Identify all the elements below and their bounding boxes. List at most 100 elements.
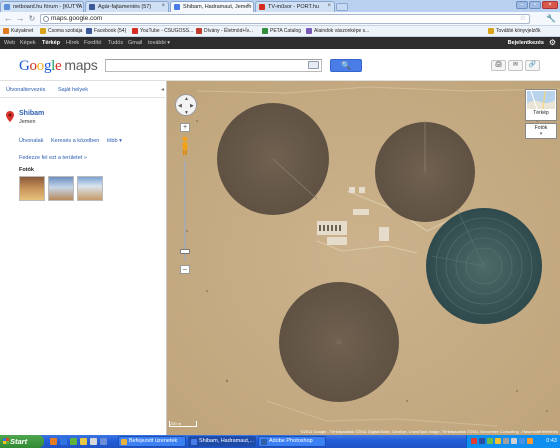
gbar-web[interactable]: Web <box>4 40 15 46</box>
print-icon[interactable]: 🖨 <box>491 60 506 71</box>
link-icon[interactable]: 🔗 <box>525 60 540 71</box>
zoom-out-button[interactable]: – <box>180 265 190 274</box>
forward-arrow-icon[interactable]: → <box>15 14 25 24</box>
update-icon[interactable] <box>495 438 501 444</box>
email-icon[interactable]: ✉ <box>508 60 523 71</box>
tab-shibam[interactable]: Shibam, Hadramaut, Jemen × <box>170 1 254 12</box>
zoom-slider-track[interactable] <box>184 161 186 261</box>
directions-link[interactable]: Útvonalak <box>19 138 43 144</box>
volume-icon[interactable] <box>511 438 517 444</box>
skype-icon[interactable] <box>479 438 485 444</box>
gear-icon[interactable]: ⚙ <box>549 38 556 47</box>
wrench-menu-icon[interactable]: 🔧 <box>546 14 556 23</box>
windows-logo-icon <box>3 438 9 444</box>
tab-close-icon[interactable]: × <box>161 3 165 9</box>
bookmark-star-icon[interactable]: ☆ <box>520 15 526 23</box>
pan-down-icon[interactable]: ▼ <box>184 110 189 116</box>
url-text: maps.google.com <box>51 15 103 22</box>
pan-left-icon[interactable]: ◀ <box>178 103 182 109</box>
vlc-icon[interactable] <box>527 438 533 444</box>
start-button[interactable]: Start <box>0 435 44 448</box>
browser-toolbar: ← → ↻ maps.google.com ☆ 🔧 <box>0 12 560 26</box>
windows-taskbar: Start Befejezett üzenetek Shibam, Hadram… <box>0 435 560 448</box>
map-type-thumbnail <box>527 91 555 109</box>
ie-icon[interactable] <box>60 438 67 445</box>
folder-icon <box>488 28 494 34</box>
gbar-more[interactable]: további ▾ <box>148 40 170 46</box>
sign-in-link[interactable]: Bejelentkezés <box>508 40 544 46</box>
bookmark-item[interactable]: Kutyaknet <box>3 28 33 34</box>
place-name[interactable]: Shibam <box>19 110 44 117</box>
scale-label: 200 m <box>170 421 182 426</box>
satellite-map[interactable]: ▲ ◀ ▶ ▼ + – Térkép Fotók ▾ 200 m ©2011 G… <box>167 81 560 435</box>
tab-close-icon[interactable]: × <box>246 3 250 9</box>
tab-close-icon[interactable]: × <box>327 3 331 9</box>
tab-agar[interactable]: Agár-fajtamentés (57) × <box>85 1 169 12</box>
back-arrow-icon[interactable]: ← <box>3 14 13 24</box>
desktop-icon[interactable] <box>90 438 97 445</box>
search-input[interactable] <box>105 59 322 72</box>
photos-toggle-button[interactable]: Fotók ▾ <box>525 123 557 139</box>
bookmark-item[interactable]: YouTube - CSUGOSS... <box>132 28 193 34</box>
chrome-icon[interactable] <box>70 438 77 445</box>
explore-area-link[interactable]: Fedezze fel ezt a területet » <box>19 155 87 161</box>
gbar-gmail[interactable]: Gmail <box>128 40 142 46</box>
gbar-translate[interactable]: Fordító <box>84 40 101 46</box>
bookmark-item[interactable]: PETA Catalog <box>262 28 301 34</box>
usb-icon[interactable] <box>503 438 509 444</box>
messenger-icon[interactable] <box>100 438 107 445</box>
gbar-maps[interactable]: Térkép <box>42 40 60 46</box>
task-chrome-shibam[interactable]: Shibam, Hadramaut,... <box>188 436 256 447</box>
folder-icon[interactable] <box>80 438 87 445</box>
map-attribution: ©2011 Google - Térképadatok ©2011 Digita… <box>300 429 558 434</box>
pan-right-icon[interactable]: ▶ <box>190 103 194 109</box>
search-button[interactable]: 🔍 <box>330 59 362 72</box>
maximize-button[interactable]: ▫ <box>529 1 541 9</box>
gbar-scholar[interactable]: Tudós <box>108 40 123 46</box>
pan-up-icon[interactable]: ▲ <box>184 96 189 102</box>
more-link[interactable]: több ▾ <box>107 138 122 144</box>
task-photoshop[interactable]: Adobe Photoshop <box>258 436 326 447</box>
minimize-button[interactable]: – <box>516 1 528 9</box>
clock[interactable]: 0:43 <box>546 438 557 444</box>
reload-icon[interactable]: ↻ <box>27 14 37 24</box>
pegman-icon[interactable] <box>180 136 190 156</box>
gbar-images[interactable]: Képek <box>20 40 36 46</box>
map-type-button[interactable]: Térkép <box>525 89 557 121</box>
tab-my-places[interactable]: Saját helyek <box>58 87 88 93</box>
gbar-news[interactable]: Hírek <box>66 40 79 46</box>
display-icon[interactable] <box>519 438 525 444</box>
search-nearby-link[interactable]: Keresés a közelben <box>51 138 99 144</box>
tab-netboard[interactable]: netboard.hu fórum - [KUTYA × <box>0 1 84 12</box>
tab-title: Shibam, Hadramaut, Jemen <box>183 4 252 10</box>
pan-control[interactable]: ▲ ◀ ▶ ▼ <box>175 94 197 116</box>
photo-thumbnail[interactable] <box>77 176 103 201</box>
task-messages[interactable]: Befejezett üzenetek <box>118 436 186 447</box>
zoom-slider-handle[interactable] <box>180 249 190 254</box>
keyboard-icon[interactable] <box>308 61 319 69</box>
map-type-control: Térkép Fotók ▾ <box>525 89 557 139</box>
antivirus-icon[interactable] <box>471 438 477 444</box>
google-maps-logo[interactable]: Google maps <box>19 57 98 75</box>
bookmark-label: Kutyaknet <box>11 28 34 34</box>
bookmark-item[interactable]: Dívány - Életmód+Ív... <box>196 28 253 34</box>
close-window-button[interactable]: × <box>542 1 558 9</box>
firefox-icon[interactable] <box>50 438 57 445</box>
bookmark-item[interactable]: Csoma szobája <box>40 28 82 34</box>
tab-tv-musor[interactable]: TV-műsor - PORT.hu × <box>255 1 335 12</box>
bookmark-item[interactable]: Alaindok vászonképe s... <box>306 28 369 34</box>
bookmark-favicon-icon <box>306 28 312 34</box>
tab-directions[interactable]: Útvonaltervezés <box>6 87 45 93</box>
bookmark-item[interactable]: Facebook (54) <box>86 28 126 34</box>
address-bar[interactable]: maps.google.com ☆ <box>40 14 530 24</box>
collapse-panel-icon[interactable]: ◂ <box>161 86 164 93</box>
other-bookmarks[interactable]: További könyvjelzők <box>488 28 540 34</box>
map-thumbnail-icon <box>527 91 555 109</box>
bookmark-favicon-icon <box>86 28 92 34</box>
photo-thumbnail[interactable] <box>48 176 74 201</box>
zoom-in-button[interactable]: + <box>180 123 190 132</box>
photo-thumbnail[interactable] <box>19 176 45 201</box>
tab-close-icon[interactable]: × <box>76 3 80 9</box>
network-icon[interactable] <box>487 438 493 444</box>
new-tab-button[interactable] <box>336 3 348 11</box>
